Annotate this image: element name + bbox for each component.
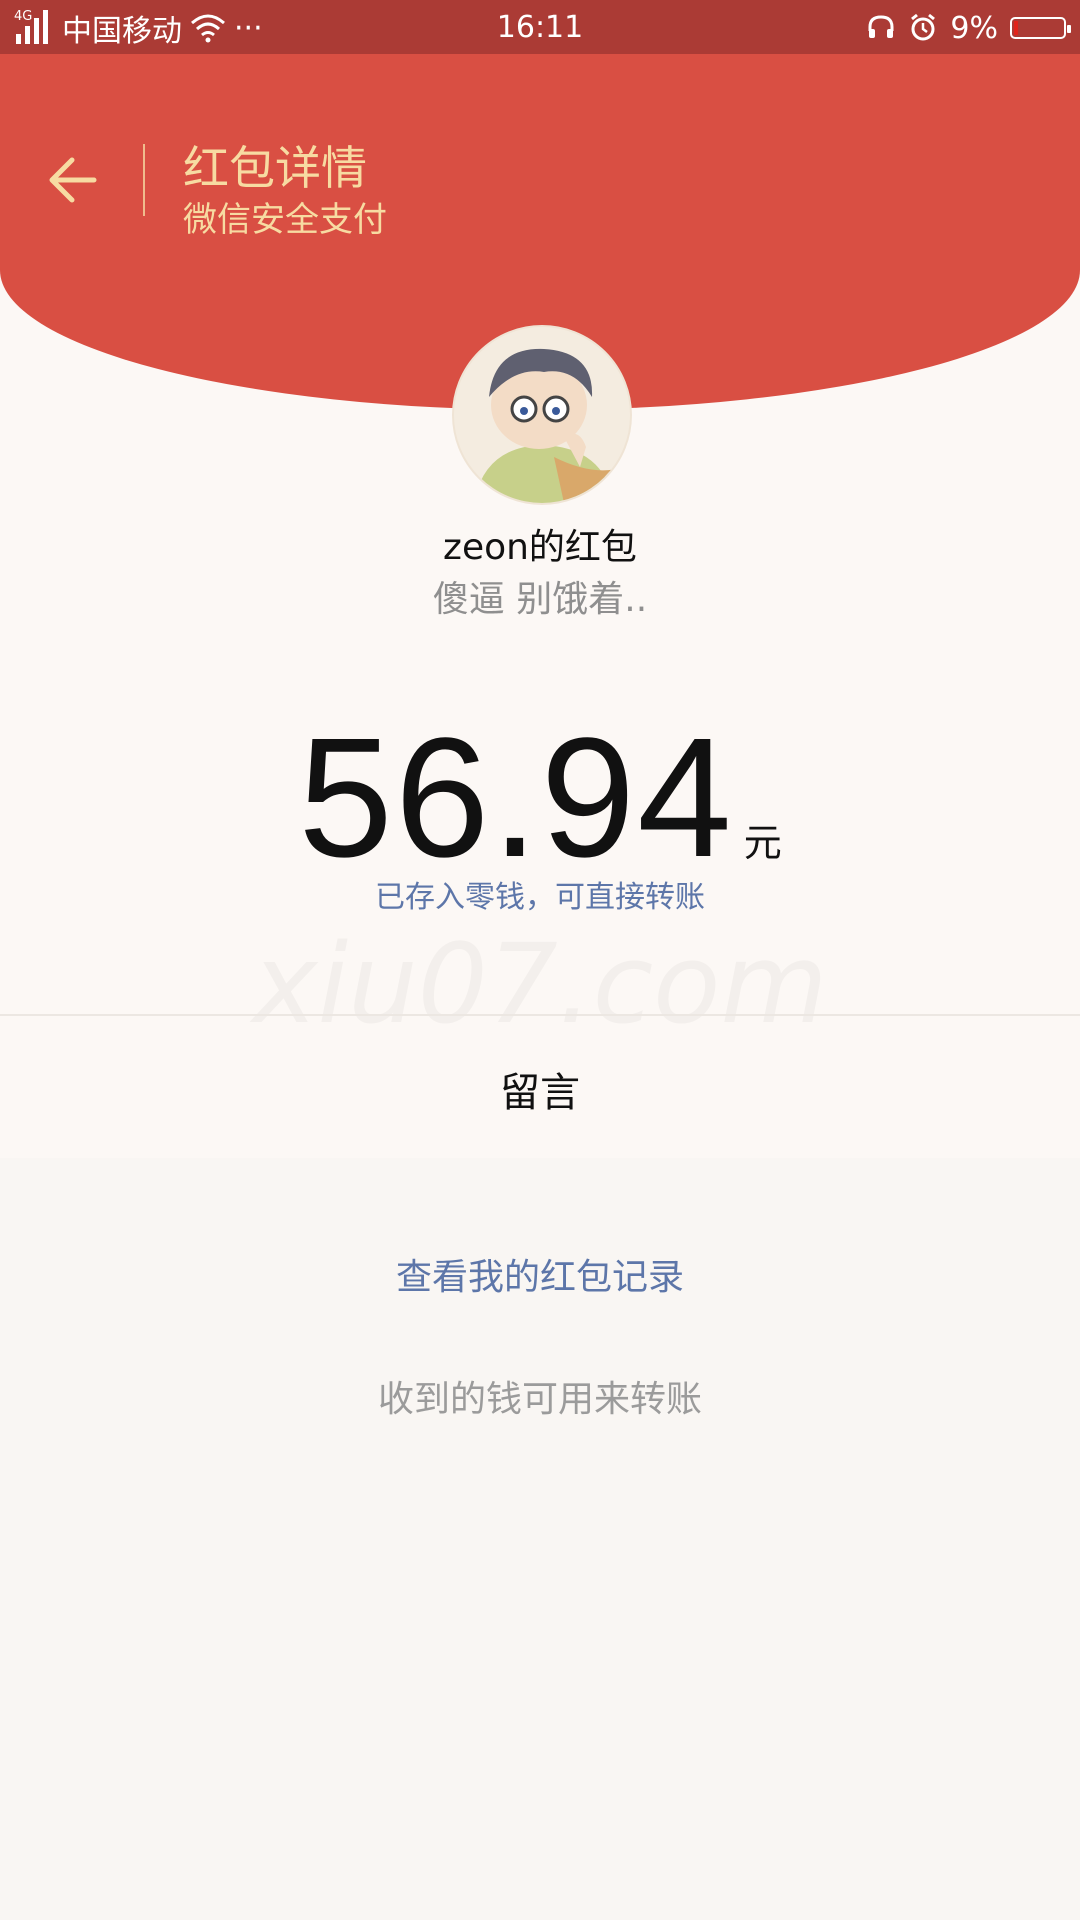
arrow-left-icon[interactable]	[46, 154, 98, 206]
section-divider	[0, 1014, 1080, 1016]
amount-unit: 元	[743, 821, 782, 865]
headset-icon	[868, 15, 894, 38]
page-subtitle: 微信安全支付	[183, 200, 387, 240]
deposit-note-link[interactable]: 已存入零钱，可直接转账	[0, 872, 1080, 916]
battery-icon	[1010, 17, 1071, 39]
avatar	[452, 325, 632, 505]
status-right: 9%	[866, 8, 1071, 48]
alarm-icon	[911, 13, 936, 41]
sender-name: zeon的红包	[443, 527, 637, 568]
transfer-hint: 收到的钱可用来转账	[377, 1379, 702, 1420]
amount-value: 56.94	[298, 703, 734, 893]
page-title: 红包详情	[183, 141, 367, 195]
avatar-image	[454, 327, 630, 503]
battery-level	[1014, 21, 1018, 35]
status-bar: 4G 中国移动 ··· 16:11 9%	[0, 0, 1080, 54]
wish-message: 傻逼 别饿着..	[432, 579, 648, 620]
view-records-link[interactable]: 查看我的红包记录	[0, 1248, 1080, 1300]
battery-percent: 9%	[950, 10, 998, 46]
header-divider	[143, 144, 145, 216]
watermark: xiu07.com	[252, 920, 828, 1048]
amount-row: 56.94 元	[0, 700, 1080, 896]
leave-message-button[interactable]: 留言	[0, 1060, 1080, 1118]
